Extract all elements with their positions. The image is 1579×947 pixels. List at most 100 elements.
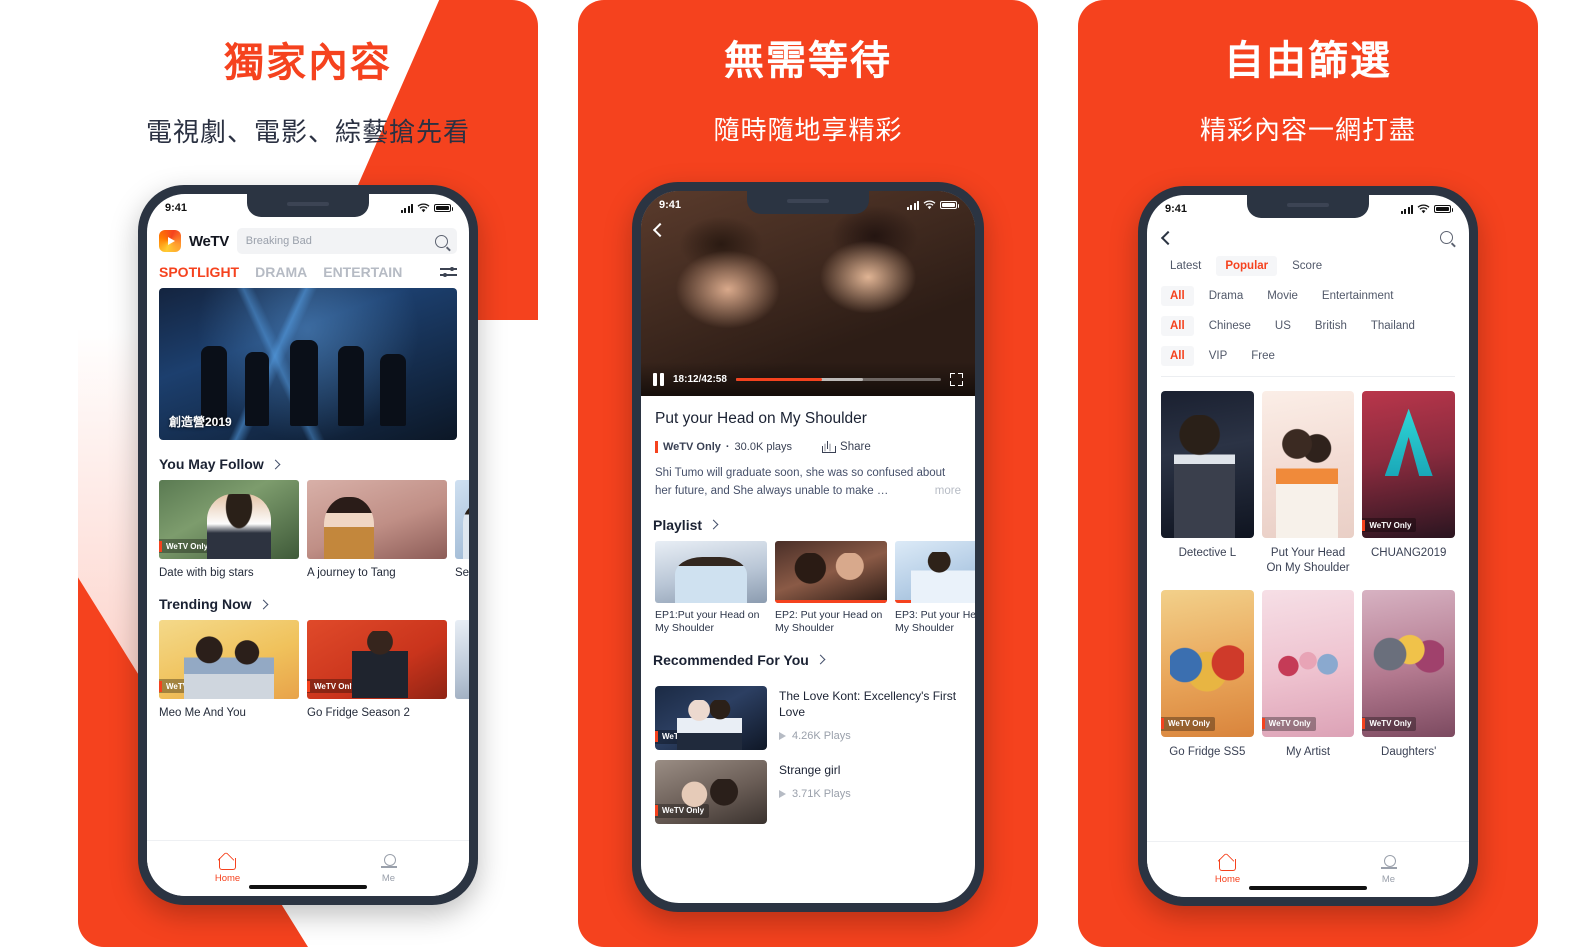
- back-chevron-icon[interactable]: [1160, 230, 1176, 245]
- hero-banner[interactable]: 創造營2019: [159, 288, 457, 440]
- carousel-trending-now[interactable]: WeTV Only Meo Me And You WeTV Only Go Fr…: [147, 620, 469, 720]
- list-item[interactable]: EP2: Put your Head on My Shoulder: [775, 540, 887, 636]
- filter-chip-all-access[interactable]: All: [1161, 346, 1194, 366]
- filter-chip-all-type[interactable]: All: [1161, 286, 1194, 306]
- more-link[interactable]: more: [928, 482, 961, 501]
- thumbnail: WeTV Only: [1261, 589, 1355, 737]
- list-item[interactable]: WeTV Only Go Fridge SS5: [1161, 589, 1254, 760]
- phone-notch: [747, 191, 869, 214]
- item-title: Daughters': [1381, 745, 1437, 758]
- wifi-icon: [923, 200, 936, 210]
- search-input[interactable]: Breaking Bad: [236, 228, 457, 254]
- status-time: 9:41: [165, 202, 188, 214]
- brand-name: WeTV: [189, 232, 229, 250]
- filter-chip-score[interactable]: Score: [1283, 256, 1331, 276]
- section-header-recommended[interactable]: Recommended For You: [641, 636, 975, 676]
- list-item[interactable]: WeTV Only Daughters': [1362, 589, 1456, 760]
- filter-chip-movie[interactable]: Movie: [1258, 286, 1307, 306]
- chevron-right-icon[interactable]: [258, 599, 269, 610]
- filter-chip-british[interactable]: British: [1306, 316, 1356, 336]
- section-header-you-may-follow[interactable]: You May Follow: [147, 440, 469, 480]
- video-details: Put your Head on My Shoulder WeTV Only ·…: [641, 396, 975, 501]
- filter-chip-chinese[interactable]: Chinese: [1200, 316, 1260, 336]
- filter-chip-free[interactable]: Free: [1242, 346, 1284, 366]
- list-item[interactable]: WeTV Only Date with big stars: [159, 480, 299, 580]
- promo-panel-no-waiting: 無需等待 隨時隨地享精彩 9:41 18:12/42:58 Put your H…: [578, 0, 1038, 947]
- fullscreen-icon[interactable]: [950, 372, 963, 386]
- playlist-carousel[interactable]: EP1:Put your Head on My Shoulder EP2: Pu…: [641, 540, 975, 636]
- person-icon: [380, 853, 397, 870]
- chevron-right-icon[interactable]: [708, 519, 719, 530]
- sliders-icon[interactable]: [440, 265, 457, 279]
- results-grid-row-1: Detective L Put Your Head On My Shoulder…: [1147, 377, 1469, 576]
- category-tabs: SPOTLIGHT DRAMA ENTERTAIN: [147, 262, 469, 280]
- tab-label: Me: [381, 872, 396, 884]
- play-icon: [704, 563, 718, 580]
- share-button[interactable]: Share: [822, 441, 871, 453]
- tab-entertainment[interactable]: ENTERTAIN: [323, 264, 402, 280]
- list-item[interactable]: Se: [455, 480, 469, 580]
- list-item[interactable]: A journey to Tang: [307, 480, 447, 580]
- list-item[interactable]: WeTV Only Go Fridge Season 2: [307, 620, 447, 720]
- filter-chip-all-region[interactable]: All: [1161, 316, 1194, 336]
- filter-row-type: All Drama Movie Entertainment: [1161, 286, 1455, 306]
- status-badge: WeTV Only: [1362, 518, 1417, 532]
- list-item[interactable]: EP3: Put your Head on My Shoulder: [895, 540, 975, 636]
- tab-spotlight[interactable]: SPOTLIGHT: [159, 264, 239, 280]
- chevron-right-icon[interactable]: [270, 459, 281, 469]
- tab-label: Me: [1381, 873, 1396, 885]
- home-icon: [1219, 855, 1236, 871]
- section-header-playlist[interactable]: Playlist: [641, 501, 975, 541]
- filter-chip-drama[interactable]: Drama: [1200, 286, 1253, 306]
- plays-count: 3.71K Plays: [779, 788, 851, 800]
- filter-panel: Latest Popular Score All Drama Movie Ent…: [1147, 246, 1469, 366]
- panel-headline: 無需等待: [724, 39, 892, 83]
- tab-drama[interactable]: DRAMA: [255, 264, 307, 280]
- list-item[interactable]: Put Your Head On My Shoulder: [1261, 391, 1355, 576]
- phone-notch: [1247, 195, 1369, 218]
- app-header: WeTV Breaking Bad: [147, 222, 469, 262]
- progress-slider[interactable]: [735, 377, 941, 381]
- filter-chip-latest[interactable]: Latest: [1161, 256, 1210, 276]
- list-item[interactable]: WeTV Only The Love Kont: Excellency's Fi…: [641, 676, 975, 750]
- home-indicator: [1249, 886, 1367, 890]
- panel-subline: 精彩內容一網打盡: [1199, 115, 1416, 145]
- status-badge: WeTV Only: [1362, 716, 1417, 731]
- filter-chip-us[interactable]: US: [1266, 316, 1300, 336]
- list-item[interactable]: WeTV Only Meo Me And You: [159, 620, 299, 720]
- filter-row-sort: Latest Popular Score: [1161, 256, 1455, 276]
- list-item[interactable]: WeTV Only Strange girl 3.71K Plays: [641, 750, 975, 824]
- search-icon[interactable]: [1440, 231, 1453, 244]
- filter-chip-popular[interactable]: Popular: [1216, 256, 1278, 276]
- home-indicator: [249, 885, 367, 889]
- plays-count: 30.0K plays: [734, 441, 793, 453]
- video-player[interactable]: 9:41 18:12/42:58: [641, 191, 975, 396]
- list-item[interactable]: Detective L: [1161, 391, 1254, 576]
- section-header-trending-now[interactable]: Trending Now: [147, 580, 469, 620]
- thumbnail: [455, 480, 469, 559]
- thumbnail: [895, 540, 975, 603]
- item-info: The Love Kont: Excellency's First Love 4…: [779, 686, 961, 742]
- list-item[interactable]: WeTV Only My Artist: [1261, 589, 1355, 760]
- plays-count: 4.26K Plays: [779, 730, 961, 742]
- search-icon[interactable]: [435, 234, 448, 248]
- pause-icon[interactable]: [653, 372, 664, 386]
- cellular-signal-icon: [400, 203, 413, 213]
- list-item[interactable]: EP1:Put your Head on My Shoulder: [655, 540, 767, 636]
- filter-row-access: All VIP Free: [1161, 346, 1455, 366]
- chevron-right-icon[interactable]: [815, 654, 826, 665]
- filter-chip-entertainment[interactable]: Entertainment: [1313, 286, 1403, 306]
- watch-progress-bar: [775, 599, 887, 603]
- battery-icon: [1434, 205, 1453, 213]
- item-title: Se: [455, 567, 469, 579]
- list-item[interactable]: WeTV Only CHUANG2019: [1362, 391, 1456, 576]
- list-item[interactable]: [455, 620, 469, 720]
- promo-panel-exclusive-content: 獨家內容 電視劇、電影、綜藝搶先看 9:41 WeTV Breaking Bad…: [78, 0, 538, 947]
- carousel-you-may-follow[interactable]: WeTV Only Date with big stars A journey …: [147, 480, 469, 580]
- filter-chip-vip[interactable]: VIP: [1200, 346, 1237, 366]
- panel-headline: 獨家內容: [224, 41, 392, 85]
- section-title: Playlist: [653, 516, 703, 533]
- phone-screen-player: 9:41 18:12/42:58 Put your Head on My Sho…: [641, 191, 975, 903]
- filter-chip-thailand[interactable]: Thailand: [1362, 316, 1424, 336]
- hero-caption: 創造營2019: [169, 415, 232, 429]
